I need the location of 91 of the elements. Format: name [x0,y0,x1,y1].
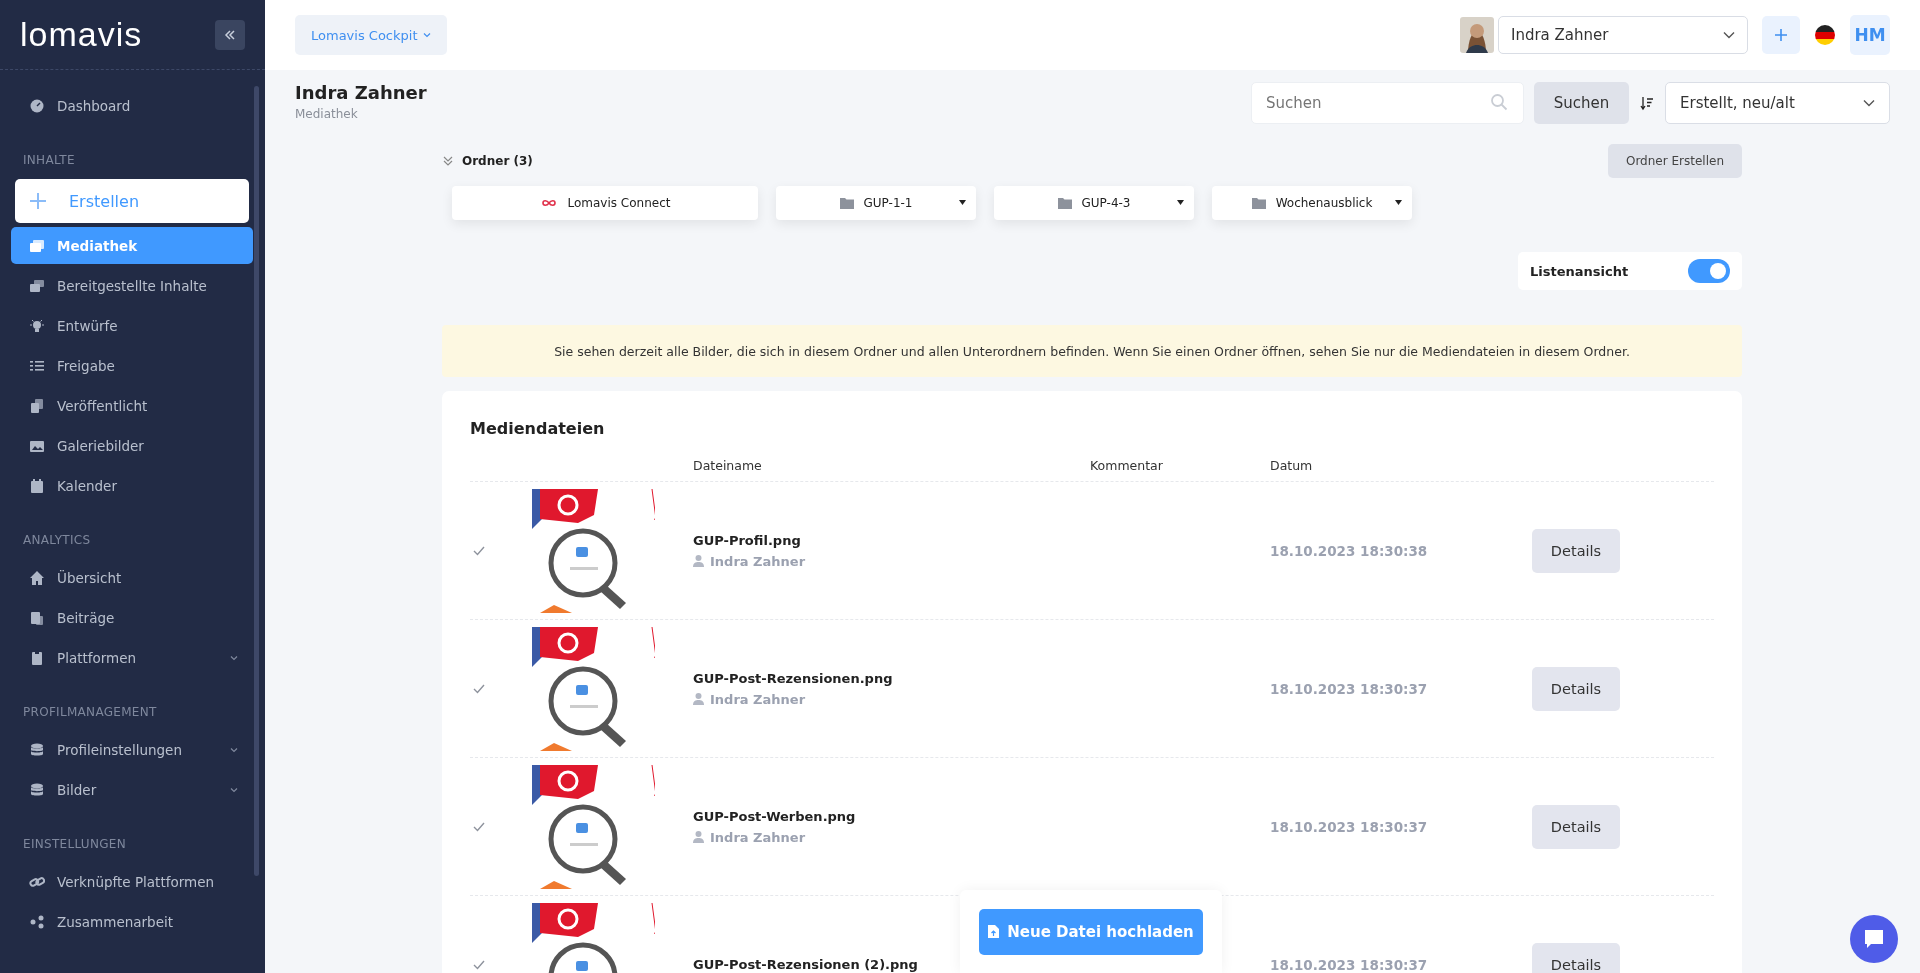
clipboard-icon [29,649,45,666]
plus-icon [29,192,47,210]
folder-tab[interactable]: GUP-1-1 [776,186,976,220]
chevron-icon [1863,99,1875,107]
section-title: PROFILMANAGEMENT [22,704,158,721]
page-title: Indra Zahner [295,82,427,103]
file-name: GUP-Post-Rezensionen (2).png [693,957,918,972]
images-icon [29,237,45,254]
caret-icon [959,200,966,205]
file-name: GUP-Profil.png [693,532,801,548]
avatar-icon [1460,17,1494,53]
nav-item[interactable]: Galeriebilder [11,427,253,464]
folder-tab[interactable]: GUP-4-3 [994,186,1194,220]
infinity-icon [539,198,558,208]
nav-item[interactable]: Bilder [11,771,253,808]
chat-button[interactable] [1850,915,1898,963]
file-name: GUP-Post-Werben.png [693,808,856,824]
bulb-icon [29,317,45,334]
search-icon [1490,93,1508,111]
collapse-button[interactable] [215,19,245,50]
info-notice: Sie sehen derzeit alle Bilder, die sich in diesem Ordner und allen Unterordnern befinden. Wenn Sie einen Ordner öffnen, sehen Sie nur die Mediendateien in diesem Ordner. [442,325,1742,377]
file-name: GUP-Post-Rezensionen.png [693,670,893,686]
nav-item[interactable]: Veröffentlicht [11,387,253,424]
search-button[interactable]: Suchen [1534,82,1629,124]
date-cell-text: 18.10.2023 18:30:37 [1270,680,1429,697]
details-button[interactable]: Details [1532,528,1620,573]
chevron-icon [1723,31,1735,39]
card-title: Mediendateien [470,419,606,438]
sort-icon[interactable] [1639,95,1655,111]
plus-icon [1774,28,1788,42]
copy-icon [29,397,45,414]
gauge-icon [29,97,45,114]
share-icon [29,913,45,930]
folder-icon [1057,197,1072,209]
author-name: Indra Zahner [710,829,806,845]
nav-item[interactable]: Freigabe [11,347,253,384]
chat-icon [1863,928,1885,950]
calendar-icon [29,477,45,494]
flag-icon[interactable] [1814,24,1836,46]
column-header: Kommentar [1090,458,1164,473]
database-icon [29,781,45,798]
user-icon [693,693,704,705]
user-icon [693,555,704,567]
nav-item[interactable]: Zusammenarbeit [11,903,253,940]
collapse-icon[interactable] [442,155,454,167]
author-name: Indra Zahner [710,553,806,569]
folder-tab[interactable]: Wochenausblick [1212,186,1412,220]
nav-item[interactable]: Übersicht [11,559,253,596]
folder-tab[interactable]: Lomavis Connect [452,186,758,220]
list-view-switch[interactable] [1688,259,1730,283]
database-icon [29,741,45,758]
column-header: Datum [1270,458,1314,473]
create-folder-button[interactable]: Ordner Erstellen [1607,144,1742,178]
section-title: ANALYTICS [22,532,92,549]
chevron-icon [423,32,432,38]
section-title: INHALTE [22,152,76,169]
details-button[interactable]: Details [1532,804,1620,849]
column-header: Dateiname [693,458,763,473]
details-button[interactable]: Details [1532,666,1620,711]
nav-item[interactable]: Verknüpfte Plattformen [11,863,253,900]
nav-item[interactable]: Dashboard [11,87,253,124]
folder-icon [1251,197,1266,209]
nav-item[interactable]: Kalender [11,467,253,504]
section-title: EINSTELLUNGEN [22,836,127,853]
details-button[interactable]: Details [1532,942,1620,973]
date-cell-text: 18.10.2023 18:30:37 [1270,956,1429,973]
double-chevron-icon [224,28,236,41]
folder-icon [839,197,854,209]
date-cell-text: 18.10.2023 18:30:38 [1270,542,1429,559]
user-icon [693,831,704,843]
profile-dropdown[interactable]: Indra Zahner [1498,16,1748,54]
caret-icon [1177,200,1184,205]
documents-icon [29,609,45,626]
nav-item[interactable]: Entwürfe [11,307,253,344]
breadcrumb: Mediathek [295,107,359,121]
sort-dropdown[interactable]: Erstellt, neu/alt [1665,82,1890,124]
date-cell-text: 18.10.2023 18:30:37 [1270,818,1429,835]
nav-item[interactable]: Beiträge [11,599,253,636]
author-name: Indra Zahner [710,691,806,707]
caret-icon [1395,200,1402,205]
file-upload-icon [988,925,1000,938]
home-icon [29,569,45,586]
stack-icon [29,277,45,294]
search-field[interactable]: Suchen [1251,82,1524,124]
nav-item[interactable]: Plattformen [11,639,253,676]
scrollbar[interactable] [254,86,259,876]
nav-item[interactable]: Profileinstellungen [11,731,253,768]
logo: lomavis [20,15,143,54]
folders-title: Ordner (3) [462,154,533,168]
toggle-label: Listenansicht [1530,263,1629,279]
nav-item[interactable]: Bereitgestellte Inhalte [11,267,253,304]
